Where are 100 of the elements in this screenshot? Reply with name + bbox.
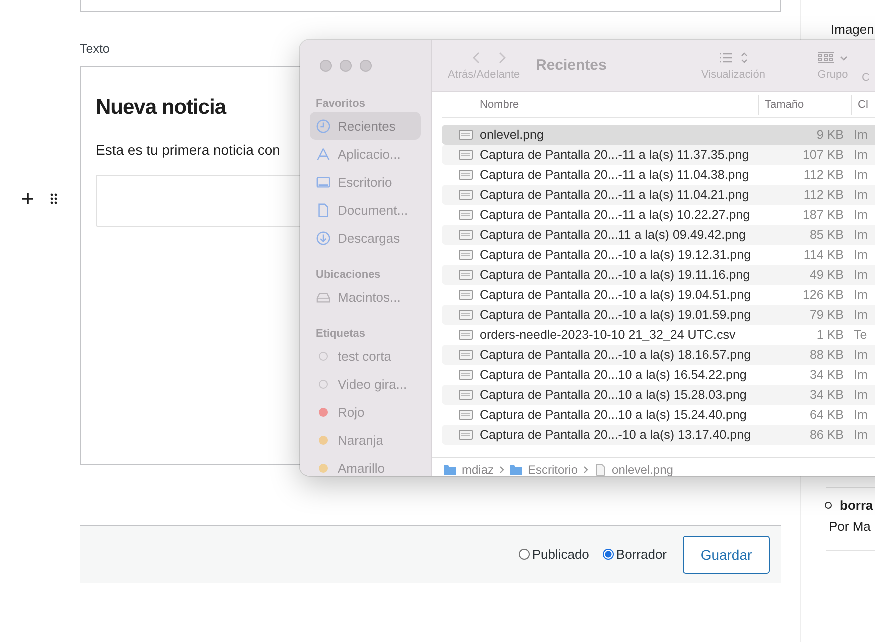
plus-icon[interactable] xyxy=(21,192,35,206)
field-label: Texto xyxy=(80,42,111,56)
file-size: 114 KB xyxy=(802,248,845,262)
folder-icon xyxy=(444,464,457,476)
file-size: 126 KB xyxy=(802,288,845,302)
file-row[interactable]: Captura de Pantalla 20...-11 a la(s) 11.04.21.png 112 KB Im xyxy=(442,185,875,205)
window-title: Recientes xyxy=(536,56,608,76)
file-name: onlevel.png xyxy=(480,128,545,142)
file-kind: Im xyxy=(853,428,869,442)
bullet-icon xyxy=(825,502,832,509)
file-size: 187 KB xyxy=(802,208,845,222)
file-row[interactable]: Captura de Pantalla 20...-11 a la(s) 11.04.38.png 112 KB Im xyxy=(442,165,875,185)
file-name: Captura de Pantalla 20...-10 a la(s) 18.16.57.png xyxy=(480,348,752,362)
chevron-right-icon xyxy=(499,466,506,474)
window-control[interactable] xyxy=(360,60,372,72)
file-icon xyxy=(459,329,473,341)
file-icon xyxy=(459,189,473,201)
file-row[interactable]: Captura de Pantalla 20...10 a la(s) 15.28.03.png 34 KB Im xyxy=(442,385,875,405)
file-size: 34 KB xyxy=(808,388,845,402)
window-control[interactable] xyxy=(320,60,332,72)
file-kind: Im xyxy=(853,228,869,242)
file-name: Captura de Pantalla 20...-10 a la(s) 19.11.16.png xyxy=(480,268,752,282)
radio-icon[interactable] xyxy=(519,549,530,560)
file-row[interactable]: Captura de Pantalla 20...-11 a la(s) 10.22.27.png 187 KB Im xyxy=(442,205,875,225)
file-size: 9 KB xyxy=(816,128,845,142)
file-icon xyxy=(459,349,473,361)
file-size: 88 KB xyxy=(808,348,845,362)
file-icon xyxy=(459,249,473,261)
file-kind: Te xyxy=(853,328,868,342)
file-kind: Im xyxy=(853,268,869,282)
file-row[interactable]: Captura de Pantalla 20...10 a la(s) 16.54.22.png 34 KB Im xyxy=(442,365,875,385)
desktop-icon xyxy=(316,174,331,190)
radio-label: Borrador xyxy=(616,547,667,562)
file-name: Captura de Pantalla 20...-11 a la(s) 11.37.35.png xyxy=(480,148,750,162)
folder-icon xyxy=(510,464,524,476)
file-size: 86 KB xyxy=(808,428,845,442)
radio-icon[interactable] xyxy=(603,549,614,560)
sidebar-heading: Ubicaciones xyxy=(316,268,382,283)
download-icon xyxy=(316,230,331,246)
file-row[interactable]: Captura de Pantalla 20...-10 a la(s) 13.17.40.png 86 KB Im xyxy=(442,425,875,445)
file-name: Captura de Pantalla 20...10 a la(s) 15.28.03.png xyxy=(480,388,748,402)
path-item[interactable]: Escritorio xyxy=(528,463,578,476)
toolbar-label: Grupo xyxy=(818,69,848,81)
tag-dot xyxy=(319,380,328,388)
file-size: 49 KB xyxy=(808,268,845,282)
file-icon xyxy=(459,369,473,381)
file-row[interactable]: Captura de Pantalla 20...-10 a la(s) 19.04.51.png 126 KB Im xyxy=(442,285,875,305)
file-size: 112 KB xyxy=(802,188,845,202)
file-kind: Im xyxy=(853,208,869,222)
file-name: Captura de Pantalla 20...-11 a la(s) 10.22.27.png xyxy=(480,208,752,222)
file-size: 85 KB xyxy=(808,228,845,242)
file-row[interactable]: Captura de Pantalla 20...-10 a la(s) 19.12.31.png 114 KB Im xyxy=(442,245,875,265)
group-grid-icon[interactable] xyxy=(817,51,849,65)
file-kind: Im xyxy=(853,188,869,202)
file-name: Captura de Pantalla 20...-10 a la(s) 19.04.51.png xyxy=(480,288,752,302)
file-size: 1 KB xyxy=(816,328,845,342)
path-item[interactable]: mdiaz xyxy=(462,463,494,476)
file-icon xyxy=(459,209,473,221)
file-name: Captura de Pantalla 20...-10 a la(s) 19.12.31.png xyxy=(480,248,752,262)
file-row[interactable]: Captura de Pantalla 20...-11 a la(s) 11.37.35.png 107 KB Im xyxy=(442,145,875,165)
file-name: orders-needle-2023-10-10 21_32_24 UTC.csv xyxy=(480,328,737,342)
toolbar-label: Atrás/Adelante xyxy=(448,69,520,81)
document-icon xyxy=(316,202,331,218)
window-control[interactable] xyxy=(340,60,352,72)
file-icon xyxy=(459,429,473,441)
file-kind: Im xyxy=(853,288,869,302)
file-row[interactable]: orders-needle-2023-10-10 21_32_24 UTC.csv 1 KB Te xyxy=(442,325,875,345)
file-row[interactable]: onlevel.png 9 KB Im xyxy=(442,125,875,145)
file-kind: Im xyxy=(853,408,869,422)
file-row[interactable]: Captura de Pantalla 20...-10 a la(s) 19.11.16.png 49 KB Im xyxy=(442,265,875,285)
status-radio[interactable]: Borrador xyxy=(603,547,667,562)
file-icon xyxy=(459,229,473,241)
file-kind: Im xyxy=(853,368,869,382)
sidebar-heading: Etiquetas xyxy=(316,327,367,342)
column-header[interactable]: Tamaño xyxy=(758,94,851,114)
file-row[interactable]: Captura de Pantalla 20...-10 a la(s) 18.16.57.png 88 KB Im xyxy=(442,345,875,365)
file-kind: Im xyxy=(853,348,869,362)
file-name: Captura de Pantalla 20...11 a la(s) 09.49.42.png xyxy=(480,228,747,242)
save-button[interactable]: Guardar xyxy=(683,536,770,574)
file-size: 79 KB xyxy=(808,308,845,322)
sidebar-heading: Favoritos xyxy=(316,97,367,112)
file-name: Captura de Pantalla 20...10 a la(s) 16.54.22.png xyxy=(480,368,748,382)
post-heading: Nueva noticia xyxy=(96,95,226,121)
post-title[interactable]: borra xyxy=(840,498,874,513)
file-row[interactable]: Captura de Pantalla 20...10 a la(s) 15.24.40.png 64 KB Im xyxy=(442,405,875,425)
file-size: 64 KB xyxy=(808,408,845,422)
file-size: 112 KB xyxy=(802,168,845,182)
file-size: 107 KB xyxy=(802,148,845,162)
file-row[interactable]: Captura de Pantalla 20...-10 a la(s) 19.01.59.png 79 KB Im xyxy=(442,305,875,325)
file-name: Captura de Pantalla 20...10 a la(s) 15.24.40.png xyxy=(480,408,748,422)
list-view-icon[interactable] xyxy=(718,51,750,65)
column-header[interactable]: Cl xyxy=(851,94,875,114)
column-header[interactable]: Nombre xyxy=(480,98,758,110)
file-icon xyxy=(459,409,473,421)
panel-heading: Imagen xyxy=(831,22,875,37)
file-name: Captura de Pantalla 20...-11 a la(s) 11.04.38.png xyxy=(480,168,750,182)
file-row[interactable]: Captura de Pantalla 20...11 a la(s) 09.49.42.png 85 KB Im xyxy=(442,225,875,245)
status-radio[interactable]: Publicado xyxy=(519,547,590,562)
file-icon xyxy=(459,149,473,161)
file-icon xyxy=(459,169,473,181)
